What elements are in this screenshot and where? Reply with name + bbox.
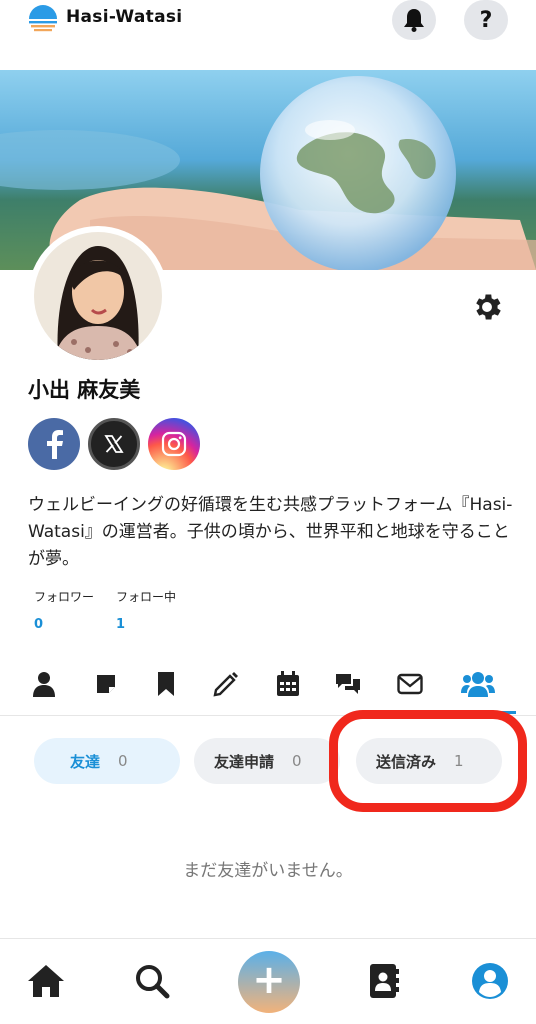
tab-events[interactable] — [270, 666, 306, 702]
settings-button[interactable] — [468, 288, 506, 326]
tab-friends[interactable] — [460, 666, 496, 702]
plus-icon: + — [252, 957, 286, 1003]
profile-avatar[interactable] — [28, 226, 168, 366]
filter-requests[interactable]: 友達申請 0 — [194, 738, 340, 784]
highlight-annotation — [329, 710, 527, 812]
sticky-note-icon — [97, 675, 115, 693]
bookmark-icon — [158, 672, 174, 696]
following-count[interactable]: 1 — [116, 617, 125, 632]
chat-bubbles-icon — [336, 674, 360, 694]
logo-text: Hasi-Watasi — [66, 7, 183, 27]
app-header: Hasi-Watasi ? — [0, 0, 536, 50]
profile-name: 小出 麻友美 — [28, 378, 141, 402]
tab-profile[interactable] — [26, 666, 62, 702]
help-button[interactable]: ? — [464, 0, 508, 40]
nav-profile[interactable] — [468, 959, 512, 1003]
gear-icon — [476, 294, 501, 320]
home-icon — [28, 965, 64, 997]
avatar-photo — [34, 232, 162, 360]
add-button[interactable]: + — [238, 951, 300, 1013]
notifications-button[interactable] — [392, 0, 436, 40]
bell-icon — [404, 9, 424, 32]
instagram-icon — [161, 431, 187, 457]
nav-contacts[interactable] — [362, 959, 406, 1003]
tab-notes[interactable] — [88, 666, 124, 702]
x-logo-icon — [104, 435, 124, 453]
person-icon — [33, 672, 55, 697]
filter-requests-count: 0 — [292, 752, 302, 770]
help-icon: ? — [479, 7, 493, 33]
empty-state-message: まだ友達がいません。 — [183, 861, 353, 881]
logo-icon — [29, 5, 57, 32]
filter-requests-label: 友達申請 — [214, 752, 275, 771]
tab-bookmarks[interactable] — [148, 666, 184, 702]
filter-friends-label: 友達 — [70, 752, 101, 771]
x-button[interactable] — [88, 418, 140, 470]
contacts-icon — [370, 964, 399, 998]
users-icon — [461, 672, 495, 697]
facebook-icon — [47, 430, 63, 459]
tab-chat[interactable] — [330, 666, 366, 702]
profile-bio: ウェルビーイングの好循環を生む共感プラットフォーム『Hasi-Watasi』の運… — [28, 495, 513, 569]
followers-label: フォロワー — [34, 590, 95, 604]
social-links — [28, 418, 200, 470]
nav-home[interactable] — [24, 959, 68, 1003]
search-icon — [136, 965, 170, 999]
bottom-nav: + — [0, 938, 536, 1024]
app-logo[interactable]: Hasi-Watasi — [26, 2, 182, 32]
pencil-icon — [213, 672, 238, 697]
instagram-button[interactable] — [148, 418, 200, 470]
filter-friends[interactable]: 友達 0 — [34, 738, 180, 784]
profile-icon — [472, 963, 508, 999]
tab-messages[interactable] — [392, 666, 428, 702]
following-label: フォロー中 — [116, 590, 177, 604]
facebook-button[interactable] — [28, 418, 80, 470]
followers-count[interactable]: 0 — [34, 617, 43, 632]
profile-tabs — [0, 664, 536, 716]
tab-posts[interactable] — [208, 666, 244, 702]
nav-search[interactable] — [130, 959, 174, 1003]
calendar-icon — [277, 671, 299, 696]
envelope-icon — [397, 673, 423, 695]
filter-friends-count: 0 — [118, 752, 128, 770]
